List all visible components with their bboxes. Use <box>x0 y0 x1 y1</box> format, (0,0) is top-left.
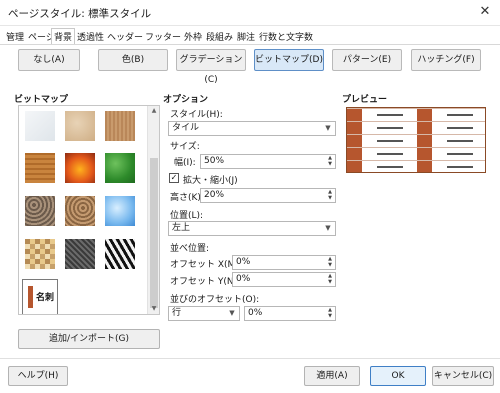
style-label: スタイル(H): <box>170 110 223 120</box>
spinner-arrows-icon[interactable]: ▲ ▼ <box>325 307 335 320</box>
height-label: 高さ(K): <box>170 193 204 203</box>
tab-header[interactable]: ヘッダー <box>107 30 143 43</box>
position-select[interactable]: 左上 ▼ <box>168 221 336 236</box>
bitmap-heading: ビットマップ <box>14 95 69 105</box>
name-card-texture-icon[interactable]: 名刺 <box>22 279 58 314</box>
tile-offset-value: 0% <box>248 308 263 318</box>
fill-gradient-button[interactable]: グラデーション(C) <box>176 49 246 85</box>
chevron-down-icon[interactable]: ▼ <box>321 122 335 135</box>
bitmap-gallery: 名刺 ▲ ▼ <box>18 105 160 315</box>
scale-checkbox[interactable]: ✓ <box>169 173 179 183</box>
sky-texture-icon[interactable] <box>105 196 135 226</box>
leaves-texture-icon[interactable] <box>105 153 135 183</box>
tab-background[interactable]: 背景 <box>51 28 76 44</box>
size-label: サイズ: <box>170 142 200 152</box>
spinner-arrows-icon[interactable]: ▲ ▼ <box>325 155 335 168</box>
width-label: 幅(I): <box>174 158 196 168</box>
offset-x-field[interactable]: 0% ▲ ▼ <box>232 255 336 270</box>
height-value: 20% <box>204 190 225 200</box>
position-select-value: 左上 <box>172 223 191 233</box>
paper-texture-icon[interactable] <box>65 111 95 141</box>
tab-management[interactable]: 管理 <box>6 30 24 43</box>
tab-divider <box>0 44 500 45</box>
scroll-up-icon[interactable]: ▲ <box>148 106 159 116</box>
fill-pattern-button[interactable]: パターン(E) <box>332 49 402 71</box>
fill-none-button[interactable]: なし(A) <box>18 49 80 71</box>
height-field[interactable]: 20% ▲ ▼ <box>200 188 336 203</box>
title-bar: ページスタイル: 標準スタイル ✕ <box>0 0 500 26</box>
tile-offset-mode-select[interactable]: 行 ▼ <box>168 306 240 321</box>
name-card-label: 名刺 <box>36 293 55 303</box>
help-button[interactable]: ヘルプ(H) <box>8 366 68 386</box>
window-title: ページスタイル: 標準スタイル <box>8 8 152 20</box>
tile-offset-field[interactable]: 0% ▲ ▼ <box>244 306 336 321</box>
tab-borders[interactable]: 外枠 <box>184 30 202 43</box>
footer-divider <box>0 358 500 359</box>
preview-heading: プレビュー <box>342 95 388 105</box>
apply-button[interactable]: 適用(A) <box>304 366 360 386</box>
zebra-texture-icon[interactable] <box>105 239 135 269</box>
offset-y-label: オフセット Y(N): <box>170 277 241 287</box>
fill-color-button[interactable]: 色(B) <box>98 49 168 71</box>
close-icon[interactable]: ✕ <box>474 2 496 22</box>
add-import-button[interactable]: 追加/インポート(G) <box>18 329 160 349</box>
name-card-stripe <box>28 286 33 308</box>
width-value: 50% <box>204 156 225 166</box>
pebbles-texture-icon[interactable] <box>25 196 55 226</box>
offset-x-value: 0% <box>236 257 251 267</box>
gravel-texture-icon[interactable] <box>65 196 95 226</box>
mosaic-texture-icon[interactable] <box>25 239 55 269</box>
tab-footnote[interactable]: 脚注 <box>237 30 255 43</box>
tab-footer[interactable]: フッター <box>145 30 181 43</box>
scroll-down-icon[interactable]: ▼ <box>148 304 159 314</box>
tab-columns[interactable]: 段組み <box>206 30 233 43</box>
fiery-texture-icon[interactable] <box>65 153 95 183</box>
fill-bitmap-button[interactable]: ビットマップ(D) <box>254 49 324 71</box>
tab-bar: 管理 ページ 背景 透過性 ヘッダー フッター 外枠 段組み 脚注 行数と文字数 <box>0 28 500 44</box>
style-select-value: タイル <box>172 123 200 133</box>
wood-grain-texture-icon[interactable] <box>105 111 135 141</box>
scroll-thumb[interactable] <box>150 158 158 308</box>
painted-white-texture-icon[interactable] <box>25 111 55 141</box>
spinner-arrows-icon[interactable]: ▲ ▼ <box>325 273 335 286</box>
chevron-down-icon[interactable]: ▼ <box>321 222 335 235</box>
ok-button[interactable]: OK <box>370 366 426 386</box>
spinner-arrows-icon[interactable]: ▲ ▼ <box>325 189 335 202</box>
tiling-label: 並べ位置: <box>170 244 210 254</box>
offset-y-value: 0% <box>236 274 251 284</box>
tab-transparency[interactable]: 透過性 <box>77 30 104 43</box>
tile-offset-label: 並びのオフセット(O): <box>170 295 260 305</box>
style-select[interactable]: タイル ▼ <box>168 121 336 136</box>
offset-y-field[interactable]: 0% ▲ ▼ <box>232 272 336 287</box>
tile-offset-mode-value: 行 <box>172 308 182 318</box>
parquet-texture-icon[interactable] <box>25 153 55 183</box>
position-label: 位置(L): <box>170 211 204 221</box>
width-field[interactable]: 50% ▲ ▼ <box>200 154 336 169</box>
scale-label: 拡大・縮小(J) <box>183 176 238 186</box>
cancel-button[interactable]: キャンセル(C) <box>432 366 494 386</box>
fill-hatching-button[interactable]: ハッチング(F) <box>411 49 481 71</box>
spinner-arrows-icon[interactable]: ▲ ▼ <box>325 256 335 269</box>
stone-texture-icon[interactable] <box>65 239 95 269</box>
gallery-scrollbar[interactable]: ▲ ▼ <box>147 106 159 314</box>
preview-panel <box>346 107 486 173</box>
options-heading: オプション <box>163 95 209 105</box>
tab-text-grid[interactable]: 行数と文字数 <box>259 30 313 43</box>
chevron-down-icon[interactable]: ▼ <box>225 307 239 320</box>
